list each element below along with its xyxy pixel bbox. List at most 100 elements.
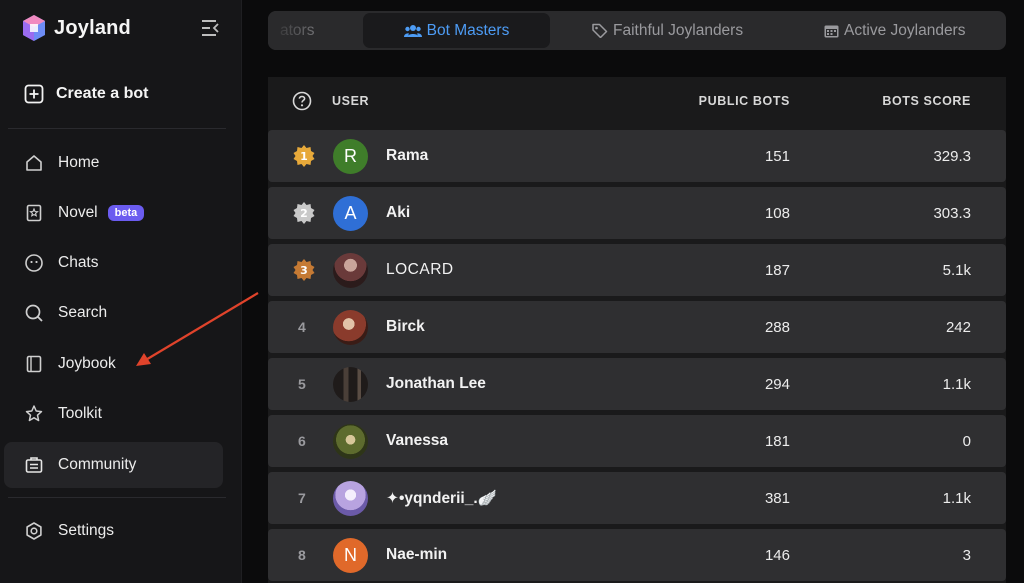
divider <box>8 128 226 129</box>
public-bots-count: 151 <box>764 147 790 165</box>
tab-label: Faithful Joylanders <box>613 21 744 39</box>
tag-icon <box>592 23 608 38</box>
tab-label: ators <box>280 21 315 39</box>
avatar[interactable]: R <box>333 139 368 174</box>
sidebar-item-label: Toolkit <box>58 405 102 422</box>
bots-score: 303.3 <box>933 204 971 222</box>
public-bots-count: 288 <box>764 318 790 336</box>
column-header-public-bots[interactable]: PUBLIC BOTS <box>699 94 790 108</box>
chat-bubble-icon <box>25 254 43 272</box>
table-row[interactable]: 1 R Rama 151 329.3 <box>268 130 1006 182</box>
username[interactable]: Vanessa <box>386 415 448 467</box>
divider <box>8 497 226 498</box>
bots-score: 1.1k <box>942 489 971 507</box>
rank-number: 8 <box>298 547 306 563</box>
avatar[interactable] <box>333 481 368 516</box>
community-icon <box>25 457 43 473</box>
sidebar-item-label: Settings <box>58 522 115 539</box>
avatar[interactable] <box>333 424 368 459</box>
help-icon[interactable] <box>292 91 312 111</box>
search-icon <box>25 304 43 322</box>
sidebar-item-label: Community <box>58 456 137 473</box>
svg-text:2: 2 <box>300 207 308 220</box>
sidebar-item-chats[interactable]: Chats <box>4 240 223 286</box>
tab-faithful-joylanders[interactable]: Faithful Joylanders <box>592 13 743 48</box>
sidebar-item-joybook[interactable]: Joybook <box>4 341 223 387</box>
username[interactable]: Birck <box>386 301 425 353</box>
public-bots-count: 187 <box>764 261 790 279</box>
sidebar-item-label: Chats <box>58 254 99 271</box>
sidebar-item-toolkit[interactable]: Toolkit <box>4 391 223 437</box>
leaderboard-tabs: ators Bot Masters Faithful Joylanders Ac… <box>268 11 1006 50</box>
username[interactable]: Rama <box>386 130 428 182</box>
table-row[interactable]: 8 N Nae-min 146 3 <box>268 529 1006 581</box>
tab-creators[interactable]: ators <box>280 13 314 48</box>
public-bots-count: 381 <box>764 489 790 507</box>
sidebar-item-label: Joybook <box>58 355 116 372</box>
table-row[interactable]: 4 Birck 288 242 <box>268 301 1006 353</box>
table-row[interactable]: 6 Vanessa 181 0 <box>268 415 1006 467</box>
svg-text:3: 3 <box>300 264 308 277</box>
users-icon <box>403 24 422 37</box>
public-bots-count: 294 <box>764 375 790 393</box>
rank-number: 7 <box>298 490 306 506</box>
public-bots-count: 181 <box>764 432 790 450</box>
leaderboard-table: USER PUBLIC BOTS BOTS SCORE 1 R Rama 151… <box>268 77 1006 583</box>
tab-active-joylanders[interactable]: Active Joylanders <box>824 13 965 48</box>
table-row[interactable]: 7 ✦•yqnderii_.🪽 381 1.1k <box>268 472 1006 524</box>
table-row[interactable]: 3 LOCARD 187 5.1k <box>268 244 1006 296</box>
tab-bot-masters[interactable]: Bot Masters <box>363 13 550 48</box>
sidebar: Joyland Create a bot Home Novel beta Cha… <box>0 0 242 583</box>
avatar[interactable]: N <box>333 538 368 573</box>
create-bot-button[interactable]: Create a bot <box>24 84 148 104</box>
home-icon <box>26 155 42 171</box>
username[interactable]: LOCARD <box>386 244 454 296</box>
avatar[interactable] <box>333 367 368 402</box>
bots-score: 3 <box>962 546 971 564</box>
plus-square-icon <box>24 84 44 104</box>
column-header-bots-score[interactable]: BOTS SCORE <box>882 94 971 108</box>
bots-score: 0 <box>962 432 971 450</box>
gear-icon <box>26 522 42 540</box>
table-row[interactable]: 5 Jonathan Lee 294 1.1k <box>268 358 1006 410</box>
public-bots-count: 108 <box>764 204 790 222</box>
sidebar-item-community[interactable]: Community <box>4 442 223 488</box>
public-bots-count: 146 <box>764 546 790 564</box>
rank-number: 4 <box>298 319 306 335</box>
rank-number: 5 <box>298 376 306 392</box>
bots-score: 242 <box>945 318 971 336</box>
sidebar-item-label: Search <box>58 304 108 321</box>
bronze-medal-icon: 3 <box>293 259 315 281</box>
rank-number: 6 <box>298 433 306 449</box>
toolkit-icon <box>25 405 43 422</box>
beta-badge: beta <box>107 205 145 221</box>
novel-icon <box>26 204 42 222</box>
tab-label: Active Joylanders <box>844 21 966 39</box>
calendar-icon <box>824 25 839 37</box>
sidebar-item-label: Novel <box>58 204 98 221</box>
sidebar-item-novel[interactable]: Novel beta <box>4 190 223 236</box>
brand[interactable]: Joyland <box>22 14 131 42</box>
sidebar-item-label: Home <box>58 154 100 171</box>
column-header-user: USER <box>332 94 370 108</box>
table-row[interactable]: 2 A Aki 108 303.3 <box>268 187 1006 239</box>
username[interactable]: ✦•yqnderii_.🪽 <box>386 472 497 524</box>
username[interactable]: Jonathan Lee <box>386 358 486 410</box>
joyland-logo <box>23 15 45 41</box>
gold-medal-icon: 1 <box>293 145 315 167</box>
tab-label: Bot Masters <box>426 21 510 39</box>
sidebar-item-search[interactable]: Search <box>4 290 223 336</box>
avatar[interactable]: A <box>333 196 368 231</box>
avatar[interactable] <box>333 253 368 288</box>
bots-score: 329.3 <box>933 147 971 165</box>
username[interactable]: Aki <box>386 187 410 239</box>
username[interactable]: Nae-min <box>386 529 447 581</box>
silver-medal-icon: 2 <box>293 202 315 224</box>
avatar[interactable] <box>333 310 368 345</box>
sidebar-item-home[interactable]: Home <box>4 140 223 186</box>
main-content: ators Bot Masters Faithful Joylanders Ac… <box>242 0 1024 583</box>
bots-score: 1.1k <box>942 375 971 393</box>
create-bot-label: Create a bot <box>56 85 149 102</box>
sidebar-item-settings[interactable]: Settings <box>4 508 223 554</box>
collapse-sidebar-icon[interactable] <box>200 19 220 37</box>
